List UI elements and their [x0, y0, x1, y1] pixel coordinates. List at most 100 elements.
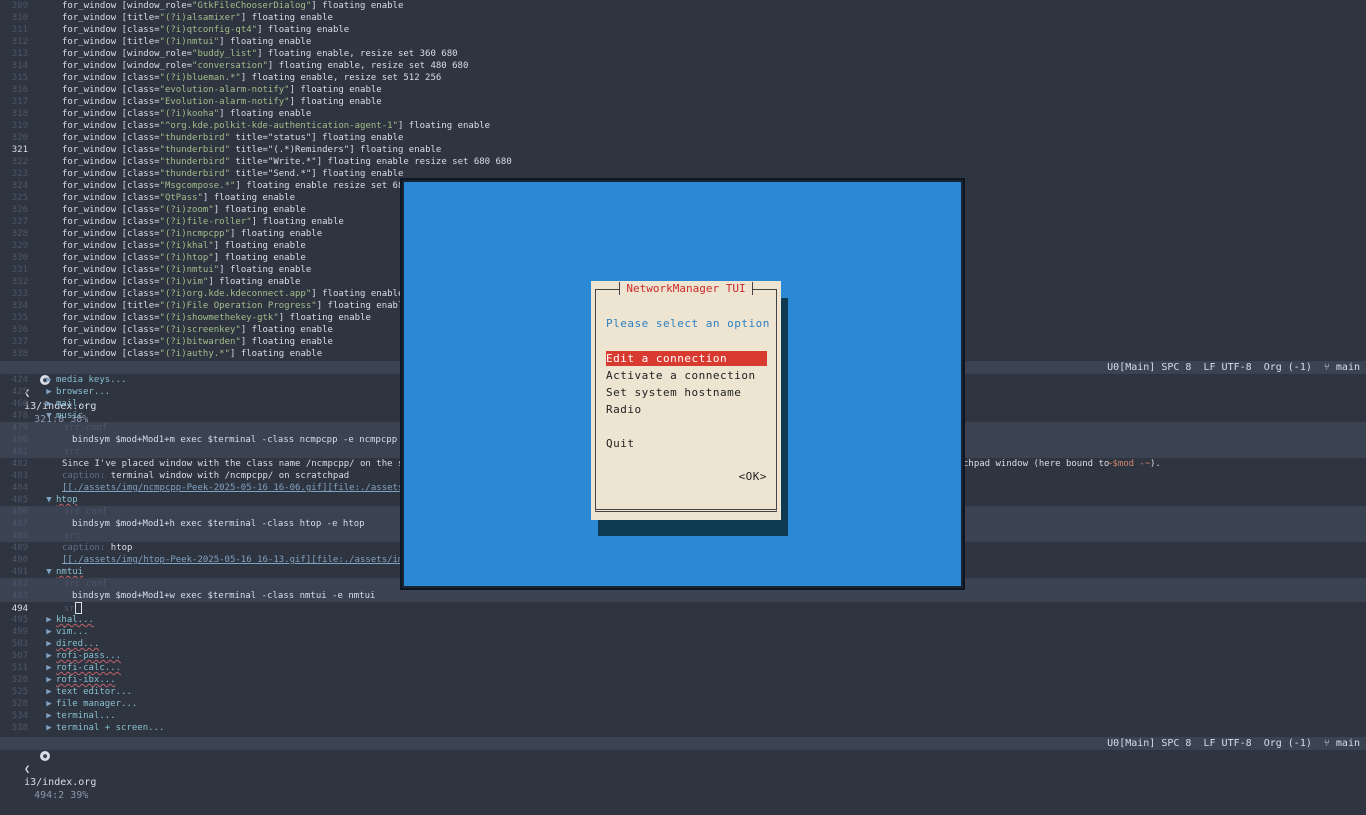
code-line[interactable]: 315 for_window [class="(?i)blueman.*"] fl…	[0, 72, 1366, 84]
code-text[interactable]: ] floating enable	[208, 277, 300, 287]
heading-line[interactable]: 520 ▶ rofi-ibx...	[0, 674, 1366, 686]
code-line[interactable]: 319 for_window [class="^org.kde.polkit-kd…	[0, 120, 1366, 132]
string-literal[interactable]: "(?i)qtconfig-qt4"	[160, 25, 258, 35]
heading-line[interactable]: 528 ▶ file manager...	[0, 698, 1366, 710]
code-text[interactable]: for_window [class=	[42, 133, 160, 143]
string-literal[interactable]: "Evolution-alarm-notify"	[160, 97, 290, 107]
string-literal[interactable]: "thunderbird"	[160, 133, 230, 143]
code-text[interactable]: ] floating enable	[219, 265, 311, 275]
code-text[interactable]: for_window [class=	[42, 349, 160, 359]
menu-item-activate-connection[interactable]: Activate a connection	[606, 368, 767, 383]
string-literal[interactable]: "(?i)File Operation Progress"	[160, 301, 317, 311]
menu-item-edit-connection[interactable]: Edit a connection	[606, 351, 767, 366]
heading-line[interactable]: 534 ▶ terminal...	[0, 710, 1366, 722]
collapsed-arrow-icon[interactable]: ▶	[42, 710, 56, 722]
code-text[interactable]: ] floating enable	[257, 25, 349, 35]
code-text[interactable]: for_window [class=	[42, 241, 160, 251]
menu-item-set-hostname[interactable]: Set system hostname	[606, 385, 767, 400]
string-literal[interactable]: "buddy_list"	[192, 49, 257, 59]
code-line[interactable]: 316 for_window [class="evolution-alarm-no…	[0, 84, 1366, 96]
code-text[interactable]: for_window [class=	[42, 25, 160, 35]
code-text[interactable]: title="Write.*"] floating enable resize …	[230, 157, 511, 167]
code-line[interactable]: 313 for_window [window_role="buddy_list"]…	[0, 48, 1366, 60]
code-text[interactable]: for_window [class=	[42, 121, 160, 131]
code-text[interactable]: ] floating enable, resize set 360 680	[257, 49, 457, 59]
collapsed-arrow-icon[interactable]: ▶	[42, 626, 56, 638]
code-text[interactable]: for_window [class=	[42, 181, 160, 191]
code-text[interactable]: for_window [window_role=	[42, 61, 192, 71]
string-literal[interactable]: "QtPass"	[160, 193, 203, 203]
string-literal[interactable]: "(?i)kooha"	[160, 109, 220, 119]
code-text[interactable]: ] floating enable	[290, 97, 382, 107]
code-text[interactable]: ] floating enable	[214, 205, 306, 215]
code-text[interactable]: ] floating enable, resize set 480 680	[268, 61, 468, 71]
code-text[interactable]: for_window [title=	[42, 301, 160, 311]
string-literal[interactable]: "(?i)vim"	[160, 277, 209, 287]
heading-line[interactable]: 538 ▶ terminal + screen...	[0, 722, 1366, 734]
code-text[interactable]: ] floating enable	[203, 193, 295, 203]
code-text[interactable]: for_window [class=	[42, 145, 160, 155]
code-text[interactable]: for_window [window_role=	[42, 49, 192, 59]
heading-line[interactable]: 507 ▶ rofi-pass...	[0, 650, 1366, 662]
code-text[interactable]: ] floating enable	[214, 253, 306, 263]
code-text[interactable]: for_window [class=	[42, 265, 160, 275]
code-text[interactable]: ] floating enable	[241, 325, 333, 335]
code-text[interactable]: ] floating enable	[219, 37, 311, 47]
code-text[interactable]: for_window [class=	[42, 229, 160, 239]
code-text[interactable]: for_window [class=	[42, 157, 160, 167]
code-text[interactable]: ] floating enable	[241, 337, 333, 347]
string-literal[interactable]: "conversation"	[192, 61, 268, 71]
collapsed-arrow-icon[interactable]: ▶	[42, 686, 56, 698]
string-literal[interactable]: "(?i)file-roller"	[160, 217, 252, 227]
string-literal[interactable]: "(?i)nmtui"	[160, 265, 220, 275]
heading-line[interactable]: 495 ▶ khal...	[0, 614, 1366, 626]
string-literal[interactable]: "(?i)alsamixer"	[160, 13, 241, 23]
expanded-arrow-icon[interactable]: ▼	[42, 566, 56, 578]
menu-item-radio[interactable]: Radio	[606, 402, 767, 417]
code-text[interactable]: title="status"] floating enable	[230, 133, 403, 143]
code-text[interactable]: for_window [class=	[42, 205, 160, 215]
code-text[interactable]: ] floating enable	[290, 85, 382, 95]
code-text[interactable]: ] floating enable, resize set 512 256	[241, 73, 441, 83]
string-literal[interactable]: "(?i)screenkey"	[160, 325, 241, 335]
string-literal[interactable]: "(?i)ncmpcpp"	[160, 229, 230, 239]
heading-line[interactable]: 499 ▶ vim...	[0, 626, 1366, 638]
code-text[interactable]: for_window [class=	[42, 97, 160, 107]
string-literal[interactable]: "(?i)zoom"	[160, 205, 214, 215]
code-text[interactable]: for_window [title=	[42, 13, 160, 23]
code-text[interactable]: ] floating enable	[252, 217, 344, 227]
string-literal[interactable]: "thunderbird"	[160, 157, 230, 167]
collapsed-arrow-icon[interactable]: ▶	[42, 386, 56, 398]
collapsed-arrow-icon[interactable]: ▶	[42, 638, 56, 650]
code-line[interactable]: 320 for_window [class="thunderbird" title…	[0, 132, 1366, 144]
expanded-arrow-icon[interactable]: ▼	[42, 494, 56, 506]
code-text[interactable]: ] floating enable	[279, 313, 371, 323]
src-end-line[interactable]: 494 sr	[0, 602, 1366, 614]
heading-line[interactable]: 525 ▶ text editor...	[0, 686, 1366, 698]
string-literal[interactable]: "(?i)showmethekey-gtk"	[160, 313, 279, 323]
string-literal[interactable]: "evolution-alarm-notify"	[160, 85, 290, 95]
string-literal[interactable]: "(?i)htop"	[160, 253, 214, 263]
code-text[interactable]: for_window [class=	[42, 169, 160, 179]
code-line[interactable]: 312 for_window [title="(?i)nmtui"] floati…	[0, 36, 1366, 48]
collapsed-arrow-icon[interactable]: ▶	[42, 614, 56, 626]
collapsed-arrow-icon[interactable]: ▶	[42, 398, 56, 410]
code-line[interactable]: 317 for_window [class="Evolution-alarm-no…	[0, 96, 1366, 108]
code-text[interactable]: for_window [class=	[42, 73, 160, 83]
nmtui-dialog[interactable]: NetworkManager TUI Please select an opti…	[591, 281, 781, 520]
code-text[interactable]: ] floating enable	[219, 109, 311, 119]
code-text[interactable]: for_window [class=	[42, 313, 160, 323]
code-text[interactable]: ] floating enable	[230, 229, 322, 239]
ok-button[interactable]: <OK>	[739, 470, 768, 483]
string-literal[interactable]: "(?i)blueman.*"	[160, 73, 241, 83]
code-text[interactable]: for_window [class=	[42, 289, 160, 299]
heading-line[interactable]: 503 ▶ dired...	[0, 638, 1366, 650]
heading-line[interactable]: 511 ▶ rofi-calc...	[0, 662, 1366, 674]
code-text[interactable]: for_window [class=	[42, 85, 160, 95]
code-text[interactable]: for_window [class=	[42, 109, 160, 119]
code-text[interactable]: for_window [class=	[42, 277, 160, 287]
string-literal[interactable]: "(?i)bitwarden"	[160, 337, 241, 347]
collapsed-arrow-icon[interactable]: ▶	[42, 698, 56, 710]
code-line[interactable]: 321 for_window [class="thunderbird" title…	[0, 144, 1366, 156]
menu-item-quit[interactable]: Quit	[606, 436, 767, 451]
